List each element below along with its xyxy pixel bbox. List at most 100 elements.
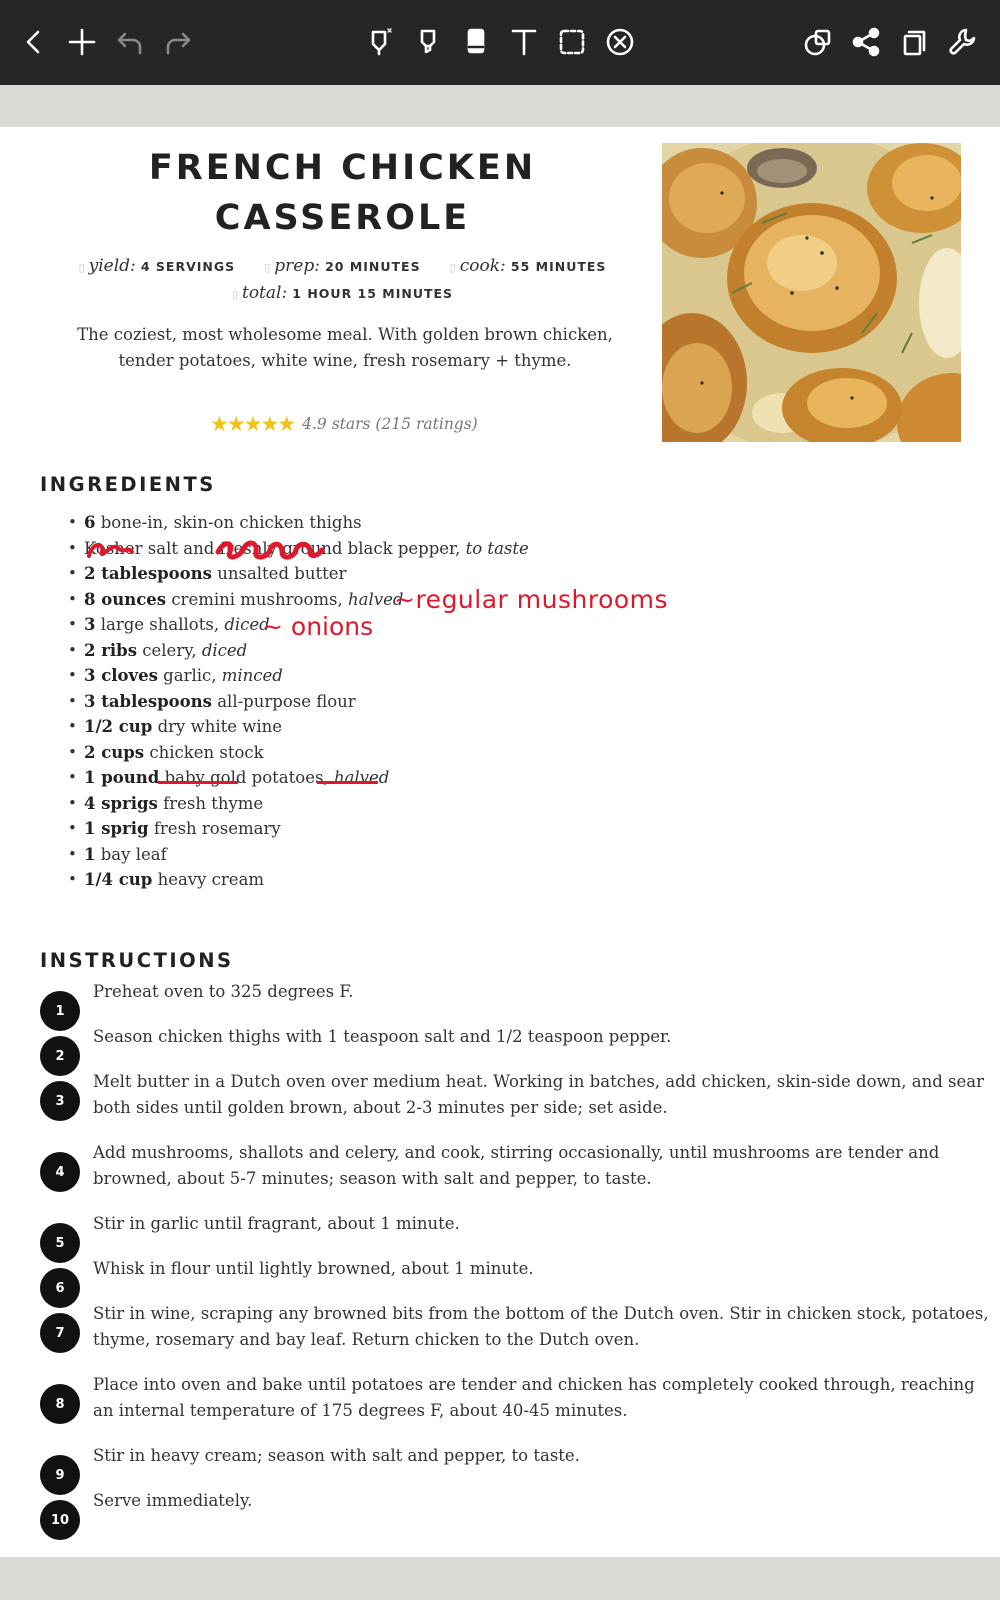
total-value: 1 hour 15 minutes bbox=[292, 286, 454, 301]
step-number-badge: 10 bbox=[40, 1500, 80, 1540]
step-text: Place into oven and bake until potatoes … bbox=[93, 1375, 975, 1420]
scribble-kosher bbox=[87, 543, 134, 558]
ingredient-name: unsalted butter bbox=[217, 564, 347, 583]
copy-icon[interactable] bbox=[894, 22, 934, 62]
ingredient-item: 2 cups chicken stock bbox=[68, 740, 529, 766]
ingredient-note: diced bbox=[201, 640, 248, 660]
step-number-badge: 6 bbox=[40, 1268, 80, 1308]
prep-label: prep: bbox=[274, 256, 320, 276]
step-text: Serve immediately. bbox=[93, 1491, 253, 1510]
ingredient-amount: 1/2 cup bbox=[84, 717, 153, 736]
annotation-mushrooms: ~regular mushrooms bbox=[394, 585, 669, 614]
step-text: Stir in heavy cream; season with salt an… bbox=[93, 1446, 580, 1465]
ingredient-item: 2 ribs celery, diced bbox=[68, 638, 529, 664]
step-number-badge: 4 bbox=[40, 1152, 80, 1192]
redo-icon[interactable] bbox=[158, 22, 198, 62]
yield-icon: ▯ bbox=[78, 261, 85, 274]
ingredient-name: celery, bbox=[142, 640, 197, 660]
ingredient-amount: 2 ribs bbox=[84, 640, 138, 660]
undo-icon[interactable] bbox=[110, 22, 150, 62]
ingredient-note: minced bbox=[221, 666, 283, 685]
recipe-summary: The coziest, most wholesome meal. With g… bbox=[77, 325, 613, 370]
step-number-badge: 1 bbox=[40, 991, 80, 1031]
ingredient-name: all-purpose flour bbox=[217, 691, 356, 711]
step-number-badge: 7 bbox=[40, 1313, 80, 1353]
total-icon: ▯ bbox=[231, 288, 238, 301]
page-gap-bottom bbox=[0, 1557, 1000, 1600]
ingredient-amount: 4 sprigs bbox=[84, 793, 158, 813]
annotation-shallots: ~ onions bbox=[262, 612, 374, 641]
recipe-title-line1: FRENCH CHICKEN bbox=[148, 148, 537, 188]
recipe-photo bbox=[662, 143, 961, 442]
settings-icon[interactable] bbox=[942, 22, 982, 62]
ingredient-note: halved bbox=[333, 768, 390, 787]
recipe-meta: ▯ yield: 4 servings ▯ prep: 20 minutes ▯ co… bbox=[60, 256, 625, 276]
recipe-rating: ★★★★★ 4.9 stars (215 ratings) bbox=[210, 412, 478, 436]
eraser-icon[interactable] bbox=[456, 22, 496, 62]
step-number-badge: 2 bbox=[40, 1036, 80, 1076]
ingredient-item: 1 sprig fresh rosemary bbox=[68, 816, 529, 842]
back-icon[interactable] bbox=[14, 22, 54, 62]
ingredient-name: dry white wine bbox=[157, 717, 283, 736]
step-text: Stir in wine, scraping any browned bits … bbox=[93, 1304, 989, 1349]
ingredient-item: 3 cloves garlic, minced bbox=[68, 663, 529, 689]
ingredient-item: 1 bay leaf bbox=[68, 842, 529, 868]
ingredient-amount: 3 cloves bbox=[84, 666, 158, 685]
ingredient-amount: 3 tablespoons bbox=[84, 691, 212, 711]
ingredient-name: baby gold potatoes, bbox=[164, 768, 329, 787]
yield-value: 4 servings bbox=[140, 259, 236, 274]
recipe-title-line2: CASSEROLE bbox=[214, 198, 471, 238]
step-text: Season chicken thighs with 1 teaspoon sa… bbox=[93, 1027, 672, 1046]
ingredient-name: cremini mushrooms, bbox=[171, 589, 343, 609]
ingredient-name: chicken stock bbox=[149, 742, 264, 762]
ingredient-name: fresh thyme bbox=[163, 793, 264, 813]
ingredient-item: 4 sprigs fresh thyme bbox=[68, 791, 529, 817]
step-text: Add mushrooms, shallots and celery, and … bbox=[93, 1143, 940, 1188]
rating-stars-icon: ★★★★★ bbox=[210, 412, 296, 436]
total-meta: ▯ total: 1 hour 15 minutes bbox=[232, 283, 453, 303]
recipe-title: FRENCH CHICKEN CASSEROLE bbox=[90, 143, 595, 243]
ingredient-item: 1/2 cup dry white wine bbox=[68, 714, 529, 740]
share-icon[interactable] bbox=[846, 22, 886, 62]
step-text: Whisk in flour until lightly browned, ab… bbox=[93, 1259, 534, 1278]
ingredient-amount: 1 pound bbox=[84, 768, 160, 787]
add-icon[interactable] bbox=[62, 22, 102, 62]
ingredient-amount: 2 cups bbox=[84, 742, 145, 762]
ingredient-name: heavy cream bbox=[157, 870, 265, 889]
total-label: total: bbox=[241, 283, 288, 303]
shape-delete-icon[interactable] bbox=[600, 22, 640, 62]
ingredient-item: 3 tablespoons all-purpose flour bbox=[68, 689, 529, 715]
cook-icon: ▯ bbox=[449, 261, 456, 274]
step-number-badge: 9 bbox=[40, 1455, 80, 1495]
step-number-badge: 8 bbox=[40, 1384, 80, 1424]
strike-baby-gold bbox=[158, 781, 238, 784]
recipe-meta-total: ▯ total: 1 hour 15 minutes bbox=[60, 283, 625, 303]
prep-value: 20 minutes bbox=[325, 259, 421, 274]
ingredient-item: 2 tablespoons unsalted butter bbox=[68, 561, 529, 587]
lasso-select-icon[interactable] bbox=[552, 22, 592, 62]
cook-label: cook: bbox=[459, 256, 506, 276]
ingredient-note: to taste bbox=[465, 538, 529, 558]
text-icon[interactable] bbox=[504, 22, 544, 62]
ingredients-list: 6 bone-in, skin-on chicken thighsKosher … bbox=[68, 510, 529, 893]
instructions-heading: INSTRUCTIONS bbox=[40, 949, 234, 972]
ingredient-item: 6 bone-in, skin-on chicken thighs bbox=[68, 510, 529, 536]
ingredient-amount: 8 ounces bbox=[84, 589, 167, 609]
ingredient-amount: 6 bbox=[84, 513, 96, 532]
yield-meta: ▯ yield: 4 servings bbox=[79, 256, 236, 276]
ingredient-name: garlic, bbox=[163, 666, 217, 685]
cook-meta: ▯ cook: 55 minutes bbox=[450, 256, 607, 276]
step-text: Preheat oven to 325 degrees F. bbox=[93, 982, 354, 1001]
ingredients-heading: INGREDIENTS bbox=[40, 473, 216, 496]
cook-value: 55 minutes bbox=[510, 259, 607, 274]
step-text: Melt butter in a Dutch oven over medium … bbox=[93, 1072, 984, 1117]
highlighter-icon[interactable] bbox=[408, 22, 448, 62]
strike-halved bbox=[317, 781, 378, 784]
pen-icon[interactable] bbox=[360, 22, 400, 62]
ingredient-name: bone-in, skin-on chicken thighs bbox=[100, 513, 362, 532]
annotation-mushrooms-text: regular mushrooms bbox=[415, 585, 669, 614]
annotation-toolbar bbox=[0, 0, 1000, 85]
ingredient-amount: 1/4 cup bbox=[84, 870, 153, 889]
shapes-icon[interactable] bbox=[798, 22, 838, 62]
step-text: Stir in garlic until fragrant, about 1 m… bbox=[93, 1214, 460, 1233]
